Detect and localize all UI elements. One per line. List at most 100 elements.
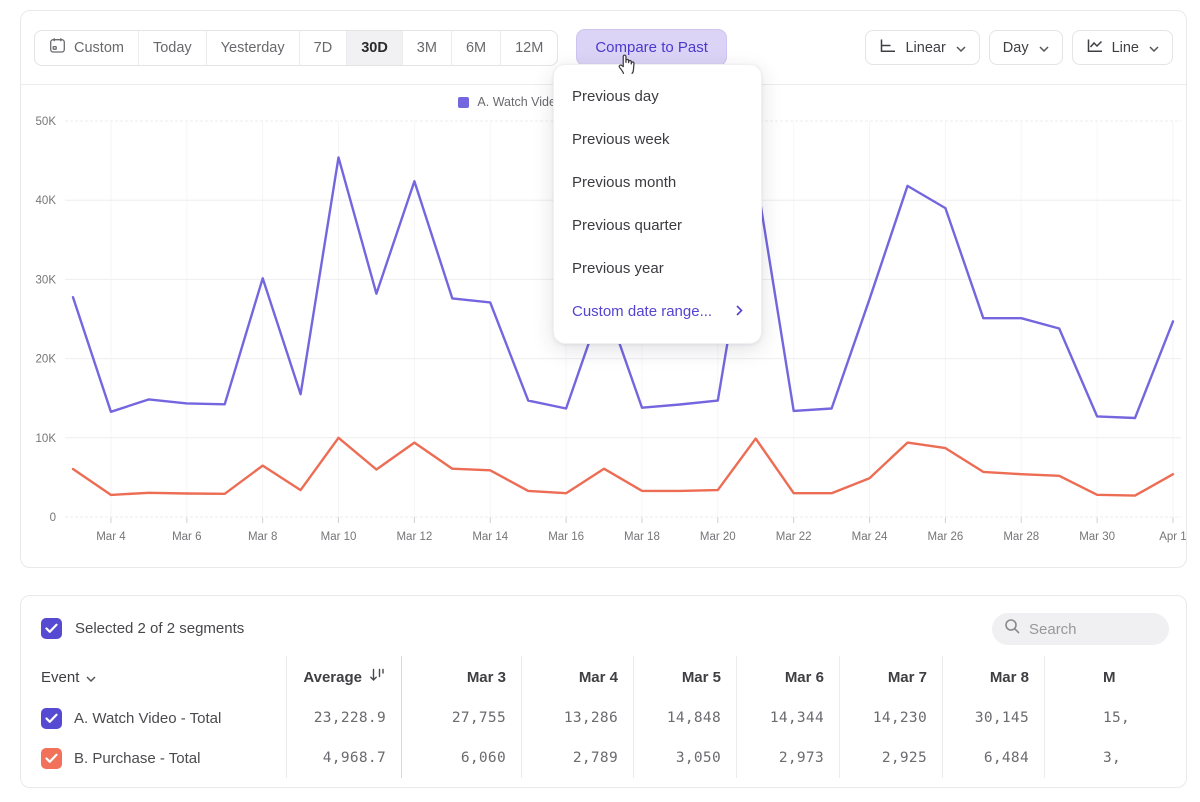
menu-item-previous-year[interactable]: Previous year: [554, 247, 761, 290]
compare-to-past-menu: Previous dayPrevious weekPrevious monthP…: [553, 64, 762, 344]
chevron-right-icon: [736, 303, 743, 320]
table-cell: 30,145: [942, 698, 1044, 738]
table-cell: 6,060: [401, 738, 521, 778]
average-cell: 23,228.9: [286, 698, 401, 738]
table-row: A. Watch Video - Total23,228.927,75513,2…: [21, 698, 1187, 738]
segment-name-cell: B. Purchase - Total: [21, 738, 286, 778]
table-header-row: Event Average Mar 3 Mar 4 Mar 5 Mar 6 Mar 7 Mar…: [21, 656, 1187, 698]
average-value: 4,968.7: [323, 750, 386, 766]
range-button-custom[interactable]: Custom: [35, 31, 138, 65]
chart-type-dropdown-button[interactable]: Line: [1072, 30, 1173, 65]
segment-checkbox[interactable]: [41, 748, 62, 769]
date-column-header[interactable]: Mar 4: [521, 656, 633, 698]
series-line-b[interactable]: [73, 438, 1173, 496]
date-header-label: Mar 6: [785, 669, 824, 686]
menu-item-custom-date-range[interactable]: Custom date range...: [554, 290, 761, 333]
svg-text:Mar 20: Mar 20: [700, 531, 736, 543]
svg-text:Mar 12: Mar 12: [396, 531, 432, 543]
range-label: 6M: [466, 40, 486, 56]
table-cell: 14,848: [633, 698, 736, 738]
range-label: 30D: [361, 40, 388, 56]
compare-to-past-button[interactable]: Compare to Past: [576, 29, 727, 66]
date-column-header[interactable]: Mar 8: [942, 656, 1044, 698]
average-column-header[interactable]: Average: [286, 656, 401, 698]
select-all-checkbox[interactable]: [41, 618, 62, 639]
svg-text:Mar 8: Mar 8: [248, 531, 277, 543]
date-column-header[interactable]: Mar 7: [839, 656, 942, 698]
search-box[interactable]: [992, 613, 1169, 645]
segment-checkbox[interactable]: [41, 708, 62, 729]
selected-segments-label: Selected 2 of 2 segments: [75, 620, 244, 637]
svg-text:Mar 16: Mar 16: [548, 531, 584, 543]
cell-value: 2,925: [882, 750, 927, 766]
average-value: 23,228.9: [314, 710, 386, 726]
table-row: B. Purchase - Total 4,968.7 6,060 2,789 3,05…: [21, 738, 1187, 778]
range-button-today[interactable]: Today: [138, 31, 206, 65]
cell-value: 2,789: [573, 750, 618, 766]
cell-value: 6,484: [984, 750, 1029, 766]
table-cell: 14,230: [839, 698, 942, 738]
cell-value: 14,230: [873, 710, 927, 726]
range-label: 12M: [515, 40, 543, 56]
svg-text:10K: 10K: [36, 433, 57, 445]
svg-text:Mar 18: Mar 18: [624, 531, 660, 543]
svg-text:40K: 40K: [36, 195, 57, 207]
range-button-30d[interactable]: 30D: [346, 31, 402, 65]
svg-text:30K: 30K: [36, 274, 57, 286]
range-label: Yesterday: [221, 40, 285, 56]
date-header-label: Mar 3: [467, 669, 506, 686]
page: CustomToday Yesterday 7D 30D 3M 6M 12M Compare…: [0, 0, 1200, 802]
segment-name-cell: A. Watch Video - Total: [21, 698, 286, 738]
range-button-12m[interactable]: 12M: [500, 31, 557, 65]
menu-item-label: Custom date range...: [572, 303, 712, 320]
table-cell: 2,925: [839, 738, 942, 778]
date-header-label: Mar 5: [682, 669, 721, 686]
range-label: 3M: [417, 40, 437, 56]
segment-name: A. Watch Video - Total: [74, 710, 221, 727]
cell-value: 13,286: [564, 710, 618, 726]
table-cell: 14,344: [736, 698, 839, 738]
event-column-header[interactable]: Event: [21, 656, 286, 698]
date-header-label: Mar 4: [579, 669, 618, 686]
range-button-7d[interactable]: 7D: [299, 31, 347, 65]
chart-type-label: Line: [1112, 40, 1139, 56]
table-cell: 2,789: [521, 738, 633, 778]
chevron-down-icon: [1149, 40, 1159, 56]
table-cell: 13,286: [521, 698, 633, 738]
svg-text:Apr 1: Apr 1: [1159, 531, 1186, 543]
menu-item-previous-day[interactable]: Previous day: [554, 75, 761, 118]
chevron-down-icon: [956, 40, 966, 56]
segments-table: Event Average Mar 3 Mar 4 Mar 5 Mar 6 Mar 7 Mar…: [21, 656, 1187, 778]
menu-item-previous-week[interactable]: Previous week: [554, 118, 761, 161]
scale-dropdown-button[interactable]: Linear: [865, 30, 979, 65]
range-label: 7D: [314, 40, 333, 56]
svg-text:50K: 50K: [36, 116, 57, 128]
date-column-header[interactable]: Mar 3: [401, 656, 521, 698]
table-cell: 2,973: [736, 738, 839, 778]
interval-label: Day: [1003, 40, 1029, 56]
event-header-label: Event: [41, 669, 96, 686]
svg-text:Mar 26: Mar 26: [927, 531, 963, 543]
menu-item-previous-quarter[interactable]: Previous quarter: [554, 204, 761, 247]
date-header-label: Mar 8: [990, 669, 1029, 686]
range-button-3m[interactable]: 3M: [402, 31, 451, 65]
date-column-header[interactable]: Mar 6: [736, 656, 839, 698]
date-column-header[interactable]: Mar 5: [633, 656, 736, 698]
svg-text:0: 0: [50, 512, 56, 524]
cell-value: 3,050: [676, 750, 721, 766]
svg-text:Mar 28: Mar 28: [1003, 531, 1039, 543]
range-button-yesterday[interactable]: Yesterday: [206, 31, 299, 65]
menu-item-previous-month[interactable]: Previous month: [554, 161, 761, 204]
range-button-6m[interactable]: 6M: [451, 31, 500, 65]
cell-value: 15,: [1103, 710, 1130, 726]
linear-axis-icon: [879, 38, 897, 57]
svg-text:Mar 14: Mar 14: [472, 531, 508, 543]
average-header-label: Average: [303, 669, 362, 686]
cell-value: 2,973: [779, 750, 824, 766]
interval-dropdown-button[interactable]: Day: [989, 30, 1063, 65]
search-input[interactable]: [1029, 621, 1149, 638]
table-cell: 3,050: [633, 738, 736, 778]
view-controls: Linear Day Line: [865, 30, 1173, 65]
segment-name: B. Purchase - Total: [74, 750, 200, 767]
event-label-text: Event: [41, 669, 79, 686]
